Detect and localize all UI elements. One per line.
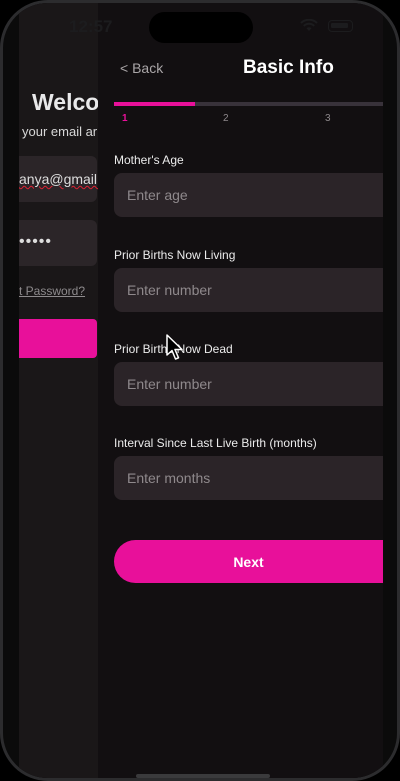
- forgot-password-link[interactable]: t Password?: [19, 284, 85, 298]
- email-field[interactable]: anya@gmail.: [19, 156, 101, 202]
- mothers-age-input[interactable]: [114, 173, 383, 217]
- step-1: 1: [122, 113, 128, 124]
- mothers-age-label: Mother's Age: [114, 153, 184, 167]
- password-field[interactable]: •••••: [19, 220, 97, 266]
- welcome-heading: Welco: [32, 89, 100, 115]
- login-subtitle: your email ar: [22, 124, 98, 139]
- dynamic-island: [149, 12, 253, 43]
- progress-fill: [114, 102, 195, 106]
- interval-label: Interval Since Last Live Birth (months): [114, 436, 317, 450]
- back-button[interactable]: < Back: [120, 60, 163, 76]
- status-time: 12:57: [69, 17, 113, 36]
- step-3: 3: [325, 113, 331, 124]
- phone-frame: Welco your email ar anya@gmail. ••••• t …: [0, 0, 400, 781]
- prior-births-dead-input[interactable]: [114, 362, 383, 406]
- next-button[interactable]: Next: [114, 540, 383, 583]
- page-title: Basic Info: [243, 57, 334, 78]
- prior-births-living-input[interactable]: [114, 268, 383, 312]
- password-value: •••••: [19, 233, 53, 250]
- progress-bar: [114, 102, 383, 106]
- email-value: anya@gmail.: [19, 171, 101, 187]
- home-indicator[interactable]: [136, 774, 270, 778]
- mouse-cursor-icon: [166, 334, 183, 360]
- battery-icon: [328, 20, 353, 32]
- basic-info-sheet: < Back Basic Info 1 2 3 Mother's Age Pri…: [98, 3, 383, 778]
- login-button[interactable]: [19, 319, 97, 358]
- interval-input[interactable]: [114, 456, 383, 500]
- prior-births-living-label: Prior Births Now Living: [114, 248, 236, 262]
- step-2: 2: [223, 113, 229, 124]
- wifi-icon: [300, 19, 318, 31]
